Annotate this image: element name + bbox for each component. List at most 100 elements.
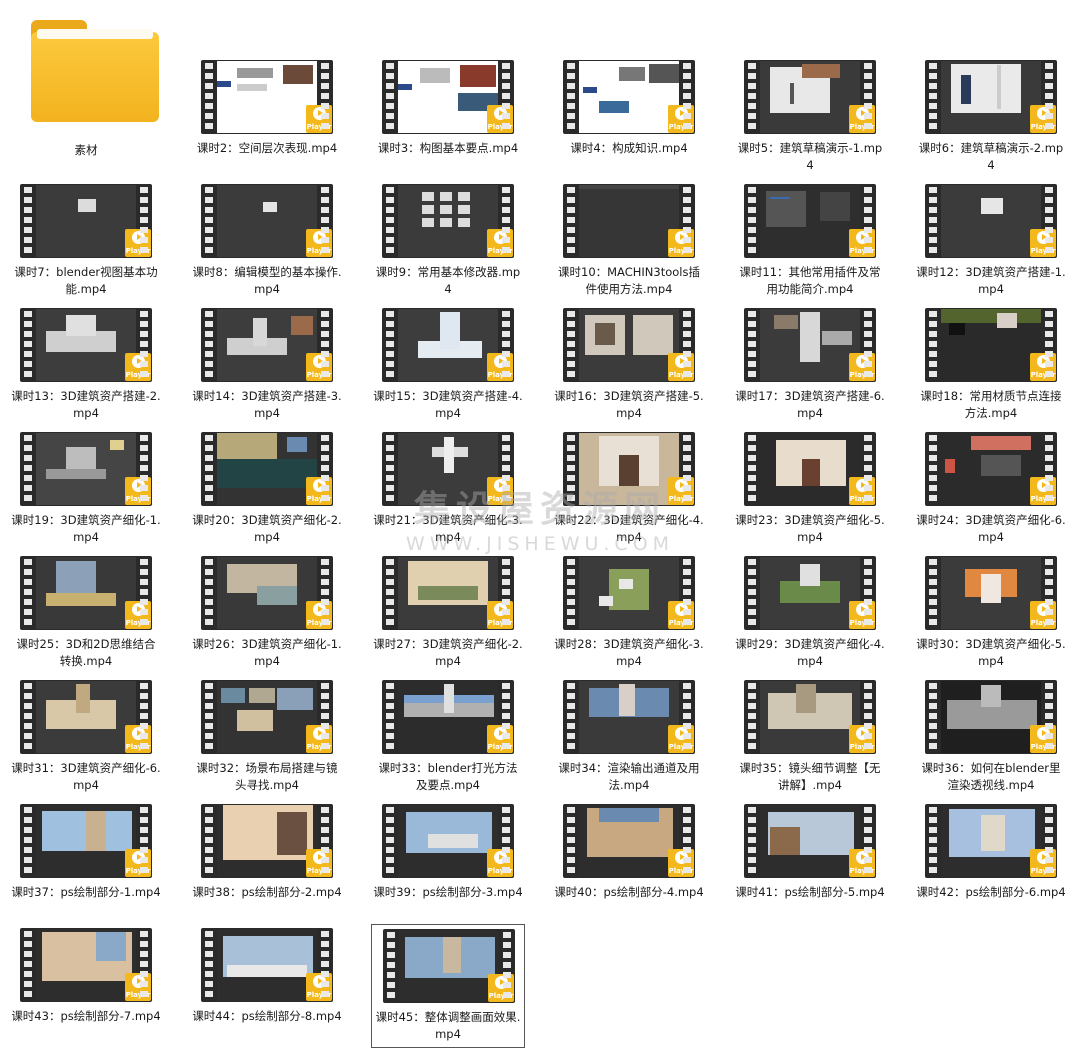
- video-thumbnail: Player: [382, 680, 514, 754]
- file-name-label: 课时15：3D建筑资产搭建-4.mp4: [373, 389, 523, 420]
- player-badge-icon: Player: [849, 725, 875, 753]
- thumbnail-frame: [217, 681, 317, 753]
- video-file-item[interactable]: Player 课时15：3D建筑资产搭建-4.mp4: [371, 304, 525, 426]
- video-file-item[interactable]: Player 课时7：blender视图基本功能.mp4: [9, 180, 163, 302]
- folder-item[interactable]: 素材: [9, 4, 163, 157]
- video-file-item[interactable]: Player 课时23：3D建筑资产细化-5.mp4: [733, 428, 887, 550]
- video-file-item[interactable]: Player 课时2：空间层次表现.mp4: [190, 56, 344, 178]
- file-name-label: 课时34：渲染输出通道及用法.mp4: [558, 761, 700, 792]
- file-name-label: 课时39：ps绘制部分-3.mp4: [373, 885, 523, 899]
- video-file-item[interactable]: Player 课时16：3D建筑资产搭建-5.mp4: [552, 304, 706, 426]
- thumbnail-frame: [941, 681, 1041, 753]
- file-name-label: 课时27：3D建筑资产细化-2.mp4: [373, 637, 523, 668]
- player-badge-icon: Player: [306, 973, 332, 1001]
- file-name-label: 课时12：3D建筑资产搭建-1.mp4: [916, 265, 1066, 296]
- video-file-item[interactable]: Player 课时22：3D建筑资产细化-4.mp4: [552, 428, 706, 550]
- video-file-item[interactable]: Player 课时35：镜头细节调整【无讲解】.mp4: [733, 676, 887, 798]
- video-file-item[interactable]: Player 课时30：3D建筑资产细化-5.mp4: [914, 552, 1068, 674]
- video-file-item[interactable]: Player 课时19：3D建筑资产细化-1.mp4: [9, 428, 163, 550]
- video-file-item[interactable]: Player 课时36：如何在blender里渲染透视线.mp4: [914, 676, 1068, 798]
- player-badge-icon: Player: [487, 229, 513, 257]
- thumbnail-frame: [398, 185, 498, 257]
- video-file-item[interactable]: Player 课时3：构图基本要点.mp4: [371, 56, 525, 178]
- video-file-item[interactable]: Player 课时33：blender打光方法及要点.mp4: [371, 676, 525, 798]
- video-file-item[interactable]: Player 课时37：ps绘制部分-1.mp4: [9, 800, 163, 922]
- video-file-item[interactable]: Player 课时43：ps绘制部分-7.mp4: [9, 924, 163, 1046]
- player-badge-icon: Player: [125, 229, 151, 257]
- player-badge-icon: Player: [668, 353, 694, 381]
- video-file-item[interactable]: Player 课时13：3D建筑资产搭建-2.mp4: [9, 304, 163, 426]
- file-name-label: 课时19：3D建筑资产细化-1.mp4: [11, 513, 161, 544]
- video-file-item[interactable]: Player 课时44：ps绘制部分-8.mp4: [190, 924, 344, 1046]
- player-badge-text: Player: [668, 619, 694, 627]
- player-badge-text: Player: [125, 991, 151, 999]
- player-badge-text: Player: [487, 247, 513, 255]
- video-thumbnail: Player: [563, 804, 695, 878]
- video-file-item[interactable]: Player 课时12：3D建筑资产搭建-1.mp4: [914, 180, 1068, 302]
- video-file-item[interactable]: Player 课时5：建筑草稿演示-1.mp4: [733, 56, 887, 178]
- video-file-item[interactable]: Player 课时32：场景布局搭建与镜头寻找.mp4: [190, 676, 344, 798]
- video-file-item[interactable]: Player 课时9：常用基本修改器.mp4: [371, 180, 525, 302]
- player-badge-text: Player: [1030, 371, 1056, 379]
- video-file-item[interactable]: Player 课时14：3D建筑资产搭建-3.mp4: [190, 304, 344, 426]
- file-name-label: 课时41：ps绘制部分-5.mp4: [735, 885, 885, 899]
- video-file-item[interactable]: Player 课时24：3D建筑资产细化-6.mp4: [914, 428, 1068, 550]
- video-file-item[interactable]: Player 课时4：构成知识.mp4: [552, 56, 706, 178]
- player-badge-text: Player: [849, 495, 875, 503]
- player-badge-icon: Player: [668, 229, 694, 257]
- file-name-label: 课时13：3D建筑资产搭建-2.mp4: [11, 389, 161, 420]
- video-file-item[interactable]: Player 课时34：渲染输出通道及用法.mp4: [552, 676, 706, 798]
- player-badge-icon: Player: [487, 353, 513, 381]
- video-thumbnail: Player: [925, 556, 1057, 630]
- video-file-item[interactable]: Player 课时38：ps绘制部分-2.mp4: [190, 800, 344, 922]
- player-badge-icon: Player: [1030, 229, 1056, 257]
- player-badge-icon: Player: [306, 601, 332, 629]
- file-name-label: 课时25：3D和2D思维结合转换.mp4: [16, 637, 156, 668]
- thumbnail-frame: [760, 557, 860, 629]
- player-badge-text: Player: [849, 371, 875, 379]
- video-thumbnail: Player: [20, 680, 152, 754]
- video-thumbnail: Player: [925, 184, 1057, 258]
- player-badge-icon: Player: [125, 849, 151, 877]
- video-thumbnail: Player: [20, 928, 152, 1002]
- file-name-label: 课时7：blender视图基本功能.mp4: [14, 265, 158, 296]
- video-file-item[interactable]: Player 课时8：编辑模型的基本操作.mp4: [190, 180, 344, 302]
- player-badge-text: Player: [849, 867, 875, 875]
- video-thumbnail: Player: [744, 556, 876, 630]
- player-badge-icon: Player: [849, 477, 875, 505]
- file-name-label: 课时44：ps绘制部分-8.mp4: [192, 1009, 342, 1023]
- video-file-item[interactable]: Player 课时41：ps绘制部分-5.mp4: [733, 800, 887, 922]
- video-file-item[interactable]: Player 课时11：其他常用插件及常用功能简介.mp4: [733, 180, 887, 302]
- folder-icon: [31, 20, 159, 122]
- player-badge-text: Player: [487, 123, 513, 131]
- player-badge-icon: Player: [1030, 477, 1056, 505]
- video-file-item[interactable]: Player 课时18：常用材质节点连接方法.mp4: [914, 304, 1068, 426]
- player-badge-icon: Player: [1030, 601, 1056, 629]
- player-badge-icon: Player: [487, 849, 513, 877]
- video-file-item[interactable]: Player 课时31：3D建筑资产细化-6.mp4: [9, 676, 163, 798]
- player-badge-icon: Player: [1030, 353, 1056, 381]
- video-file-item[interactable]: Player 课时25：3D和2D思维结合转换.mp4: [9, 552, 163, 674]
- video-thumbnail: Player: [201, 184, 333, 258]
- video-file-item[interactable]: Player 课时39：ps绘制部分-3.mp4: [371, 800, 525, 922]
- thumbnail-frame: [579, 61, 679, 133]
- player-badge-text: Player: [306, 867, 332, 875]
- video-file-item[interactable]: Player 课时17：3D建筑资产搭建-6.mp4: [733, 304, 887, 426]
- video-thumbnail: Player: [20, 308, 152, 382]
- video-file-item[interactable]: Player 课时20：3D建筑资产细化-2.mp4: [190, 428, 344, 550]
- video-thumbnail: Player: [925, 680, 1057, 754]
- video-file-item[interactable]: Player 课时10：MACHIN3tools插件使用方法.mp4: [552, 180, 706, 302]
- video-file-item[interactable]: Player 课时40：ps绘制部分-4.mp4: [552, 800, 706, 922]
- video-file-item[interactable]: Player 课时29：3D建筑资产细化-4.mp4: [733, 552, 887, 674]
- video-file-item[interactable]: Player 课时21：3D建筑资产细化-3.mp4: [371, 428, 525, 550]
- video-thumbnail: Player: [20, 184, 152, 258]
- video-file-item[interactable]: Player 课时28：3D建筑资产细化-3.mp4: [552, 552, 706, 674]
- video-file-item[interactable]: Player 课时26：3D建筑资产细化-1.mp4: [190, 552, 344, 674]
- player-badge-text: Player: [306, 495, 332, 503]
- video-file-item[interactable]: Player 课时45：整体调整画面效果.mp4: [371, 924, 525, 1048]
- player-badge-text: Player: [306, 743, 332, 751]
- video-file-item[interactable]: Player 课时6：建筑草稿演示-2.mp4: [914, 56, 1068, 178]
- thumbnail-frame: [398, 61, 498, 133]
- video-file-item[interactable]: Player 课时42：ps绘制部分-6.mp4: [914, 800, 1068, 922]
- video-file-item[interactable]: Player 课时27：3D建筑资产细化-2.mp4: [371, 552, 525, 674]
